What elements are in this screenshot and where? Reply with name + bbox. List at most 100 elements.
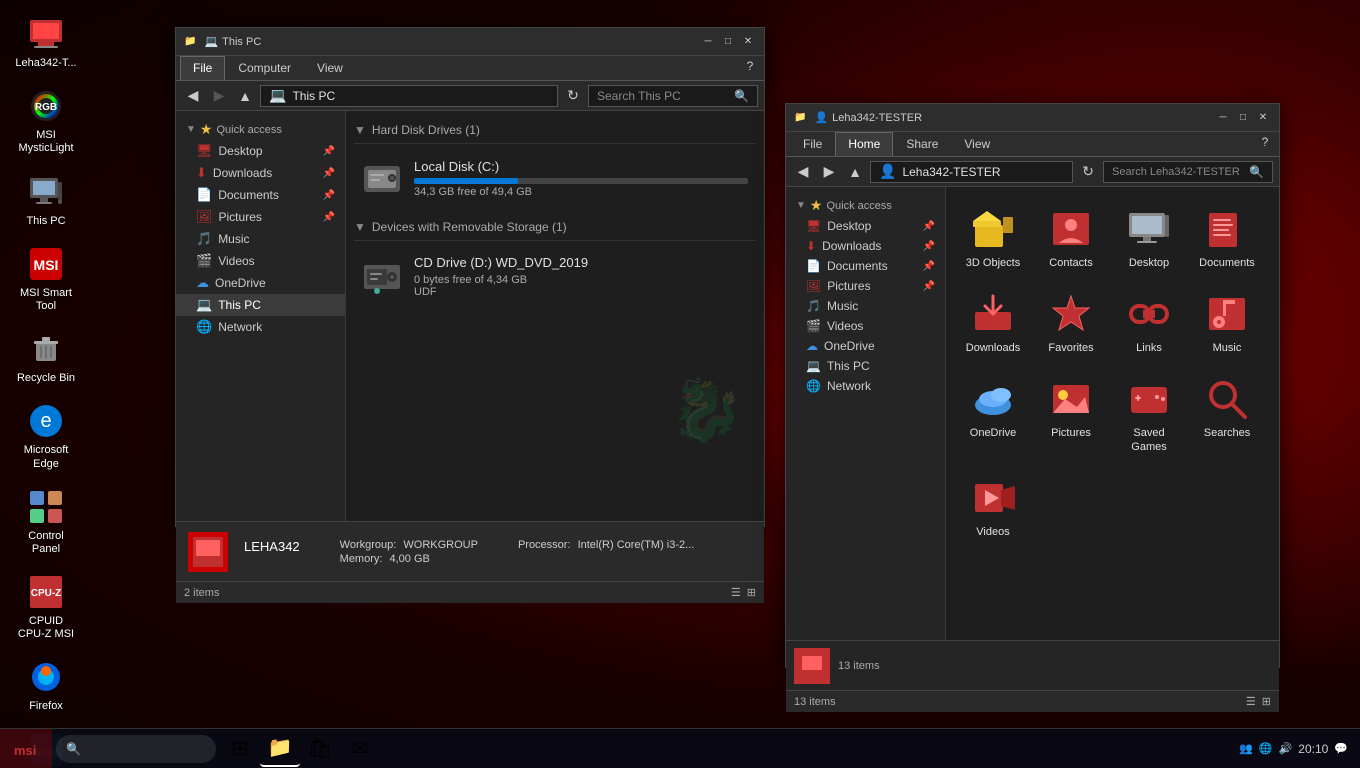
window2-sidebar-this-pc[interactable]: 💻 This PC (786, 356, 945, 376)
window2-sidebar-pictures[interactable]: 🖼 Pictures 📌 (786, 276, 945, 296)
file-item-searches[interactable]: Searches (1192, 369, 1262, 459)
file-item-contacts[interactable]: Contacts (1036, 199, 1106, 276)
window2-icon-view-btn[interactable]: ⊞ (1262, 695, 1271, 708)
window1-refresh-btn[interactable]: ↻ (562, 85, 584, 107)
taskbar-search-bar[interactable]: 🔍 (56, 735, 216, 763)
window1-close-btn[interactable]: ✕ (740, 34, 756, 50)
window1-sidebar-videos[interactable]: 🎬 Videos (176, 250, 345, 272)
desktop-icon-msi-mysticlight[interactable]: RGB MSI MysticLight (10, 82, 82, 159)
taskbar-task-view[interactable]: ⊞ (220, 731, 260, 767)
window2-tab-share[interactable]: Share (893, 132, 951, 156)
window2-help-btn[interactable]: ? (1255, 132, 1275, 152)
taskbar-start-button[interactable]: msi (0, 729, 52, 768)
taskbar-tray-people[interactable]: 👥 (1239, 742, 1253, 755)
file-item-savedgames[interactable]: Saved Games (1114, 369, 1184, 459)
window1-help-btn[interactable]: ? (740, 56, 760, 76)
window1-local-disk-item[interactable]: Local Disk (C:) 34,3 GB free of 49,4 GB (354, 152, 756, 204)
window2-up-btn[interactable]: ▲ (844, 161, 866, 183)
taskbar-tray-network[interactable]: 🌐 (1259, 742, 1273, 755)
window2-back-btn[interactable]: ◀ (792, 161, 814, 183)
taskbar-tray-notification[interactable]: 💬 (1334, 742, 1348, 755)
window2-sidebar-documents[interactable]: 📄 Documents 📌 (786, 256, 945, 276)
window2-refresh-btn[interactable]: ↻ (1077, 161, 1099, 183)
window2-navbar: ◀ ▶ ▲ 👤 Leha342-TESTER ↻ Search Leha342-… (786, 157, 1279, 187)
window1-sidebar-pictures[interactable]: 🖼 Pictures 📌 (176, 206, 345, 228)
desktop-icon-recycle-bin[interactable]: Recycle Bin (10, 325, 82, 389)
window1-minimize-btn[interactable]: ─ (700, 34, 716, 50)
window1-forward-btn[interactable]: ▶ (208, 85, 230, 107)
window1-back-btn[interactable]: ◀ (182, 85, 204, 107)
window1-cd-drive-item[interactable]: CD Drive (D:) WD_DVD_2019 0 bytes free o… (354, 249, 756, 304)
window2-tab-home[interactable]: Home (835, 132, 893, 156)
window1-tab-view[interactable]: View (304, 56, 356, 80)
window2-address-bar[interactable]: 👤 Leha342-TESTER (870, 161, 1073, 183)
window1-sidebar-downloads[interactable]: ⬇ Downloads 📌 (176, 162, 345, 184)
window2-content: ▼ ★ Quick access 🖥 Desktop 📌 ⬇ Downloads… (786, 187, 1279, 640)
window1-maximize-btn[interactable]: □ (720, 34, 736, 50)
window2-tab-file[interactable]: File (790, 132, 835, 156)
file-item-pictures[interactable]: Pictures (1036, 369, 1106, 459)
window1-system-info: LEHA342 Workgroup: WORKGROUP Memory: 4,0… (176, 521, 764, 581)
window1-sidebar-network[interactable]: 🌐 Network (176, 316, 345, 338)
window1-sidebar-this-pc[interactable]: 💻 This PC (176, 294, 345, 316)
window1-sidebar-music[interactable]: 🎵 Music (176, 228, 345, 250)
file-item-favorites[interactable]: Favorites (1036, 284, 1106, 361)
window2-search-bar[interactable]: Search Leha342-TESTER 🔍 (1103, 161, 1273, 183)
window1-search-placeholder: Search This PC (597, 89, 681, 103)
file-item-desktop[interactable]: Desktop (1114, 199, 1184, 276)
window1-tab-file[interactable]: File (180, 56, 225, 80)
taskbar-app-store[interactable]: 🛍 (300, 731, 340, 767)
desktop-icon-this-pc[interactable]: This PC (10, 168, 82, 232)
window2-forward-btn[interactable]: ▶ (818, 161, 840, 183)
window2-list-view-btn[interactable]: ☰ (1246, 695, 1256, 708)
window1-address-bar[interactable]: 💻 This PC (260, 85, 558, 107)
window1-tab-computer[interactable]: Computer (225, 56, 304, 80)
desktop-icon-control-panel[interactable]: Control Panel (10, 483, 82, 560)
window1-sidebar-onedrive[interactable]: ☁ OneDrive (176, 272, 345, 294)
taskbar-time[interactable]: 20:10 (1298, 742, 1328, 756)
onedrive-icon (969, 375, 1017, 423)
taskbar-tray-volume[interactable]: 🔊 (1279, 742, 1293, 755)
desktop-icon-msi-smart-tool[interactable]: MSI MSI Smart Tool (10, 240, 82, 317)
window1-ribbon-tabs: File Computer View ? (176, 56, 764, 80)
desktop-icon (1125, 205, 1173, 253)
file-item-downloads[interactable]: Downloads (958, 284, 1028, 361)
window2-sidebar-music[interactable]: 🎵 Music (786, 296, 945, 316)
window1-quick-access-header[interactable]: ▼ ★ Quick access (176, 115, 345, 140)
desktop-icon-firefox[interactable]: Firefox (10, 653, 82, 717)
window2-minimize-btn[interactable]: ─ (1215, 110, 1231, 126)
file-item-3dobjects[interactable]: 3D Objects (958, 199, 1028, 276)
window1-sidebar-videos-label: Videos (218, 254, 254, 268)
window1-sidebar-desktop[interactable]: 🖥 Desktop 📌 (176, 140, 345, 162)
desktop-icon-cpuid[interactable]: CPU-Z CPUID CPU-Z MSI (10, 568, 82, 645)
window1-up-btn[interactable]: ▲ (234, 85, 256, 107)
window2-sidebar-downloads[interactable]: ⬇ Downloads 📌 (786, 236, 945, 256)
window2-close-btn[interactable]: ✕ (1255, 110, 1271, 126)
window2-tab-view[interactable]: View (951, 132, 1003, 156)
window1-sidebar-documents[interactable]: 📄 Documents 📌 (176, 184, 345, 206)
window2-sidebar-desktop[interactable]: 🖥 Desktop 📌 (786, 216, 945, 236)
file-item-videos[interactable]: Videos (958, 468, 1028, 545)
documents-name: Documents (1199, 257, 1255, 270)
window2-maximize-btn[interactable]: □ (1235, 110, 1251, 126)
window1-search-bar[interactable]: Search This PC 🔍 (588, 85, 758, 107)
file-item-music[interactable]: Music (1192, 284, 1262, 361)
window1-cd-drive-note: UDF (414, 286, 748, 298)
favorites-name: Favorites (1048, 342, 1093, 355)
file-item-onedrive[interactable]: OneDrive (958, 369, 1028, 459)
window2-quick-access-header[interactable]: ▼ ★ Quick access (786, 191, 945, 216)
downloads-name: Downloads (966, 342, 1020, 355)
window2-sidebar-videos[interactable]: 🎬 Videos (786, 316, 945, 336)
desktop-icon-microsoft-edge[interactable]: e Microsoft Edge (10, 397, 82, 474)
window2-sidebar-onedrive[interactable]: ☁ OneDrive (786, 336, 945, 356)
taskbar-app-file-explorer[interactable]: 📁 (260, 731, 300, 767)
window2-sidebar-network[interactable]: 🌐 Network (786, 376, 945, 396)
msi-mysticlight-icon: RGB (26, 86, 66, 126)
file-item-documents[interactable]: Documents (1192, 199, 1262, 276)
taskbar-app-mail[interactable]: ✉ (340, 731, 380, 767)
window2-quick-access-label: Quick access (826, 200, 891, 212)
desktop-icon-leha342[interactable]: Leha342-T... (10, 10, 82, 74)
file-item-links[interactable]: Links (1114, 284, 1184, 361)
window1-icon-view-btn[interactable]: ⊞ (747, 586, 756, 599)
window1-list-view-btn[interactable]: ☰ (731, 586, 741, 599)
